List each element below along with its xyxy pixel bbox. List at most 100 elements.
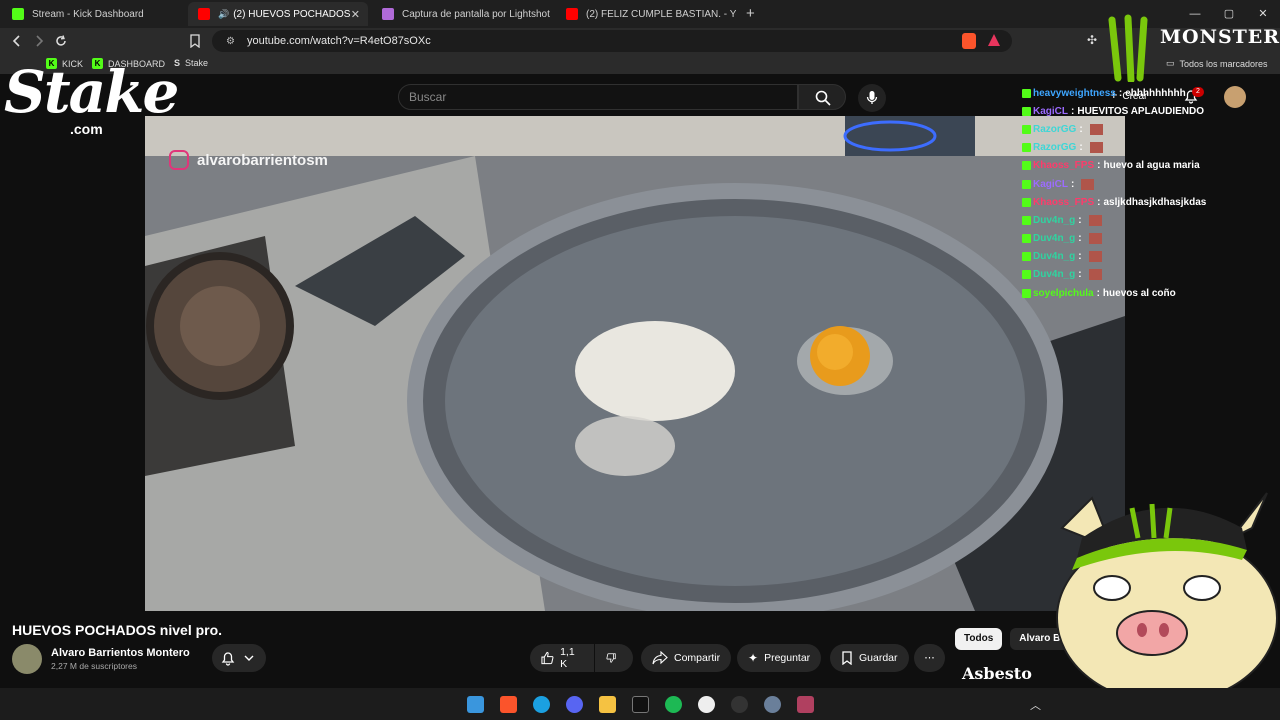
kick-badge-icon (1022, 88, 1031, 98)
tab-title: Stream - Kick Dashboard (32, 8, 144, 20)
spotify-icon[interactable] (665, 696, 682, 713)
channel-name[interactable]: Alvaro Barrientos Montero (51, 647, 190, 659)
settings-gear-icon[interactable] (764, 696, 781, 713)
chat-emote-icon (1088, 269, 1102, 281)
chat-separator: : (1079, 142, 1083, 154)
tab-feliz-cumple[interactable]: (2) FELIZ CUMPLE BASTIAN. - YouTube (556, 2, 736, 26)
brave-rewards-icon[interactable] (988, 34, 1000, 46)
app-triangle-icon[interactable] (797, 696, 814, 713)
window-controls: — ▢ ✕ (1178, 0, 1280, 28)
file-explorer-icon[interactable] (599, 696, 616, 713)
brave-shield-icon[interactable] (962, 33, 976, 49)
chat-username: Duv4n_g (1033, 269, 1076, 281)
save-button[interactable]: Guardar (830, 644, 909, 672)
channel-avatar[interactable] (12, 644, 42, 674)
windows-taskbar: ︿ (0, 688, 1280, 720)
dislike-button[interactable] (595, 644, 633, 672)
all-bookmarks[interactable]: ▭ Todos los marcadores (1166, 58, 1268, 69)
chat-message-text: huevos al coño (1102, 287, 1176, 299)
close-window-button[interactable]: ✕ (1246, 0, 1280, 28)
chat-message: Khaoss_FPS: huevo al agua maria (1022, 157, 1280, 175)
tab-lightshot[interactable]: Captura de pantalla por Lightshot (372, 2, 556, 26)
chat-emote-icon (1089, 123, 1103, 135)
bookmark-stake[interactable]: S Stake (174, 58, 208, 68)
tab-huevos-pochados[interactable]: 🔊 (2) HUEVOS POCHADOS nivel ✕ (188, 2, 368, 26)
chat-username: RazorGG (1033, 142, 1077, 154)
chat-message: Duv4n_g: (1022, 211, 1280, 229)
tray-chevron-up-icon[interactable]: ︿ (1030, 697, 1041, 713)
monster-claw-icon (1104, 14, 1158, 84)
close-tab-icon[interactable]: ✕ (351, 8, 360, 21)
kick-badge-icon (1022, 234, 1031, 244)
chat-username: heavyweightness (1033, 87, 1116, 99)
youtube-favicon-icon (566, 8, 578, 20)
back-icon[interactable] (10, 34, 24, 48)
share-icon (652, 651, 668, 665)
microphone-icon (866, 91, 878, 104)
chat-message: soyelpichula: huevos al coño (1022, 284, 1280, 302)
chat-separator: : (1079, 123, 1083, 135)
thumbs-up-icon (541, 651, 554, 665)
instagram-icon (169, 150, 189, 170)
brave-browser-icon[interactable] (500, 696, 517, 713)
chat-username: Duv4n_g (1033, 251, 1076, 263)
kick-badge-icon (1022, 106, 1031, 116)
chip-todos[interactable]: Todos (955, 628, 1003, 650)
edge-browser-icon[interactable] (533, 696, 550, 713)
kick-badge-icon (1022, 161, 1031, 171)
chat-username: KagiCL (1033, 105, 1068, 117)
chat-username: RazorGG (1033, 123, 1077, 135)
chat-message: KagiCL: (1022, 175, 1280, 193)
chat-message-text: HUEVITOS APLAUDIENDO (1077, 105, 1205, 117)
chat-separator: : (1071, 105, 1075, 117)
bookmark-icon[interactable] (189, 34, 201, 48)
obs-icon[interactable] (731, 696, 748, 713)
tab-kick-dashboard[interactable]: Stream - Kick Dashboard (2, 2, 186, 26)
chat-message: Duv4n_g: (1022, 248, 1280, 266)
ask-button[interactable]: ✦ Preguntar (737, 644, 822, 672)
chat-username: Khaoss_FPS (1033, 160, 1095, 172)
chat-message: KagiCL: HUEVITOS APLAUDIENDO (1022, 102, 1280, 120)
windows-start-icon[interactable] (467, 696, 484, 713)
kick-badge-icon (1022, 143, 1031, 153)
new-tab-button[interactable]: + (746, 5, 755, 22)
sparkle-icon: ✦ (748, 651, 759, 665)
video-player[interactable]: alvarobarrientosm (145, 116, 1125, 611)
maximize-button[interactable]: ▢ (1212, 0, 1246, 28)
chat-username: Duv4n_g (1033, 233, 1076, 245)
stream-chat-overlay: heavyweightness: ehhhhhhhhh KagiCL: HUEVITO… (1022, 84, 1280, 302)
site-info-icon[interactable]: ⚙ (226, 36, 235, 47)
kick-badge-icon (1022, 252, 1031, 262)
chat-separator: : (1096, 287, 1100, 299)
like-count: 1,1 K (560, 646, 575, 670)
cat-mascot-overlay (1052, 488, 1280, 704)
chrome-icon[interactable] (698, 696, 715, 713)
share-button[interactable]: Compartir (641, 644, 732, 672)
video-title: HUEVOS POCHADOS nivel pro. (12, 622, 223, 638)
like-button[interactable]: 1,1 K (530, 644, 594, 672)
video-app-icon[interactable] (632, 696, 649, 713)
instagram-watermark: alvarobarrientosm (169, 150, 328, 170)
browser-tab-bar: Stream - Kick Dashboard 🔊 (2) HUEVOS POC… (0, 0, 1280, 28)
bookmarks-bar: K KICK K DASHBOARD S Stake ▭ Todos los marca… (0, 54, 1280, 74)
extensions-icon[interactable]: ✣ (1087, 33, 1097, 47)
voice-search-button[interactable] (858, 84, 886, 112)
tab-title: (2) HUEVOS POCHADOS nivel (233, 8, 351, 20)
youtube-favicon-icon (198, 8, 210, 20)
minimize-button[interactable]: — (1178, 0, 1212, 28)
asbesto-label: Asbesto (962, 664, 1032, 683)
chat-message-text: huevo al agua maria (1103, 160, 1200, 172)
forward-icon[interactable] (32, 34, 46, 48)
search-input[interactable]: Buscar (398, 84, 798, 110)
chat-message: Khaoss_FPS: asljkdhasjkdhasjkdas (1022, 193, 1280, 211)
chat-username: KagiCL (1033, 178, 1068, 190)
search-button[interactable] (798, 84, 846, 110)
folder-icon: ▭ (1166, 58, 1175, 68)
subscribed-bell-button[interactable] (212, 644, 266, 672)
reload-icon[interactable] (54, 34, 68, 48)
chat-emote-icon (1081, 178, 1095, 190)
more-actions-button[interactable]: ⋯ (914, 644, 945, 672)
url-field[interactable]: ⚙ youtube.com/watch?v=R4etO87sOXc (212, 30, 1012, 52)
discord-icon[interactable] (566, 696, 583, 713)
chat-emote-icon (1089, 142, 1103, 154)
